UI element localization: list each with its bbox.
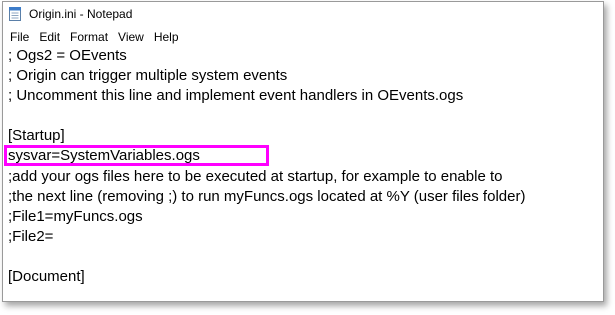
editor-line: ;add your ogs files here to be executed …	[8, 168, 503, 185]
editor-line-highlighted: sysvar=SystemVariables.ogs	[8, 147, 200, 164]
editor-line: ; Uncomment this line and implement even…	[8, 87, 464, 104]
screenshot-stage: Origin.ini - Notepad File Edit Format Vi…	[0, 0, 615, 315]
title-bar: Origin.ini - Notepad	[3, 2, 603, 27]
editor-line: [Document]	[8, 268, 85, 285]
editor-line: ;the next line (removing ;) to run myFun…	[8, 188, 526, 205]
text-editor-area[interactable]: ; Ogs2 = OEvents ; Origin can trigger mu…	[3, 46, 603, 301]
editor-line: ;File2=	[8, 228, 54, 245]
notepad-icon	[9, 7, 21, 21]
menu-format[interactable]: Format	[67, 29, 114, 45]
menu-view[interactable]: View	[115, 29, 150, 45]
notepad-window: Origin.ini - Notepad File Edit Format Vi…	[2, 1, 604, 302]
editor-line: [Startup]	[8, 127, 65, 144]
editor-line: ; Origin can trigger multiple system eve…	[8, 67, 288, 84]
menu-file[interactable]: File	[7, 29, 35, 45]
menu-bar: File Edit Format View Help	[3, 27, 603, 46]
editor-line: ;File1=myFuncs.ogs	[8, 208, 143, 225]
editor-line: ; Ogs2 = OEvents	[8, 47, 127, 64]
menu-edit[interactable]: Edit	[36, 29, 66, 45]
window-title: Origin.ini - Notepad	[29, 7, 133, 21]
menu-help[interactable]: Help	[151, 29, 185, 45]
